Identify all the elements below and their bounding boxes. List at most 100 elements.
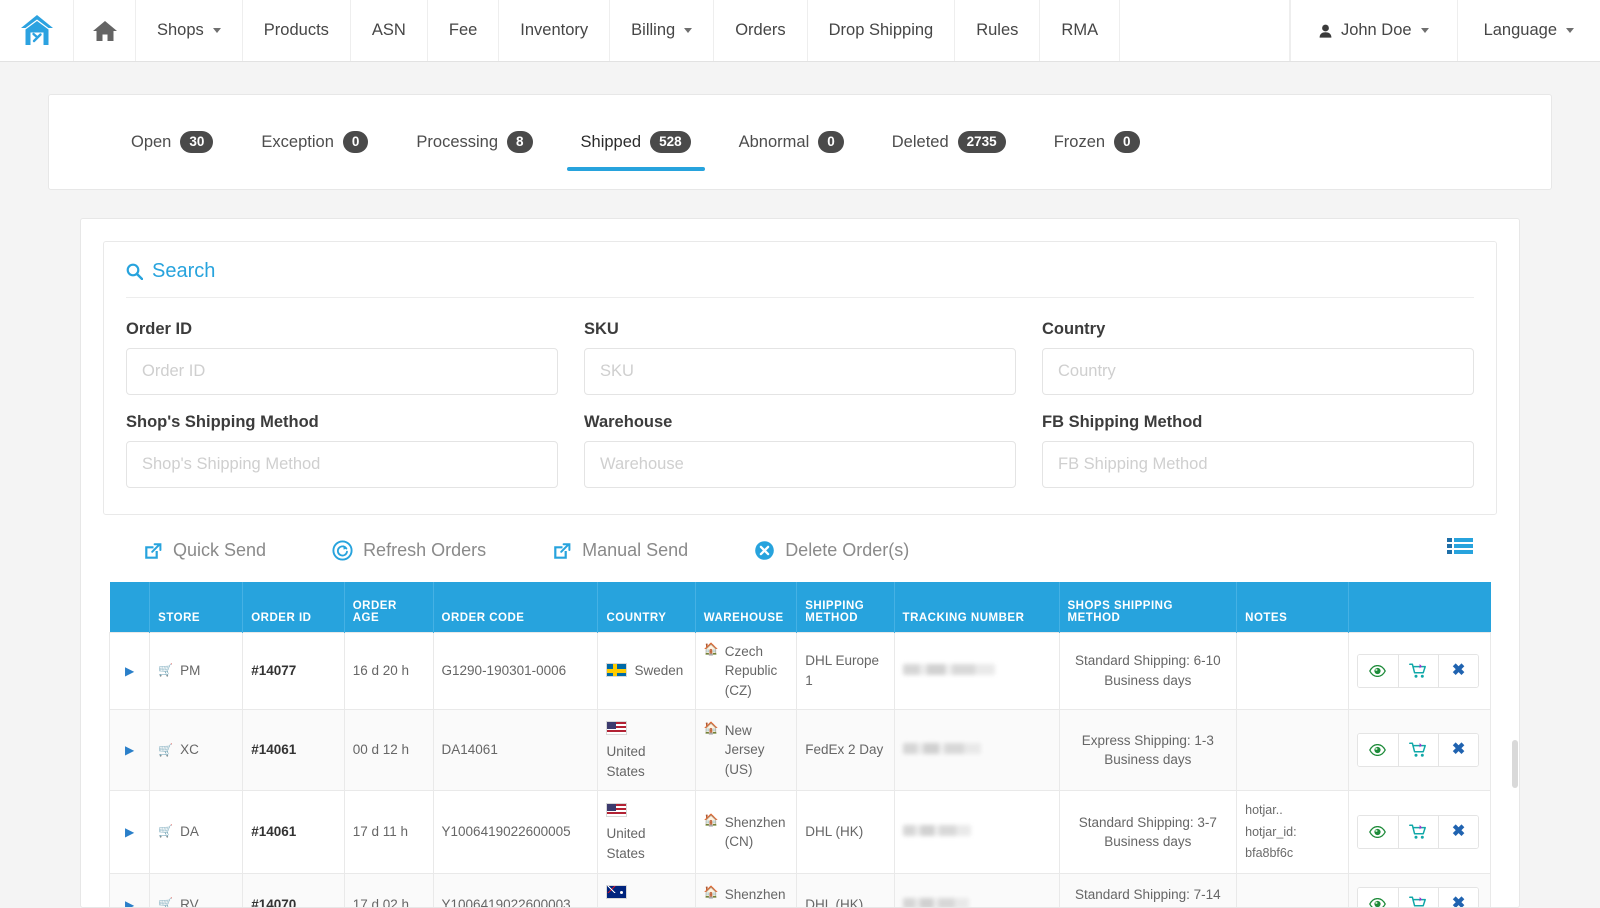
tab-frozen[interactable]: Frozen 0 (1030, 113, 1164, 171)
chevron-down-icon (213, 28, 221, 33)
nav-item-inventory[interactable]: Inventory (499, 0, 610, 61)
close-x-icon: ✖ (1452, 896, 1465, 908)
row-expand-cell[interactable]: ▶ (110, 791, 150, 874)
table-row[interactable]: ▶ 🛒 RV #14070 17 d 02 h Y100641902260000… (110, 874, 1491, 908)
table-scroll-indicator[interactable] (1512, 740, 1518, 788)
external-link-icon (143, 541, 163, 561)
nav-item-fee[interactable]: Fee (428, 0, 499, 61)
home-icon: 🏠 (704, 642, 719, 658)
field-warehouse: Warehouse (584, 413, 1016, 488)
user-menu[interactable]: John Doe (1290, 0, 1457, 61)
col-order-code[interactable]: ORDER CODE (433, 582, 598, 632)
delete-order-button[interactable]: ✖ (1439, 816, 1478, 848)
col-order-age[interactable]: ORDER AGE (344, 582, 433, 632)
order-id-input[interactable] (126, 348, 558, 395)
col-country[interactable]: COUNTRY (598, 582, 695, 632)
fb-shipping-method-input[interactable] (1042, 441, 1474, 488)
col-warehouse[interactable]: WAREHOUSE (695, 582, 797, 632)
warehouse-input[interactable] (584, 441, 1016, 488)
field-label: Order ID (126, 320, 558, 339)
expand-row-icon[interactable]: ▶ (125, 898, 134, 908)
row-expand-cell[interactable]: ▶ (110, 710, 150, 791)
delete-order-button[interactable]: ✖ (1439, 655, 1478, 687)
view-order-button[interactable] (1358, 734, 1398, 766)
nav-item-billing[interactable]: Billing (610, 0, 714, 61)
order-cart-button[interactable] (1399, 816, 1439, 848)
field-label: Country (1042, 320, 1474, 339)
order-cart-button[interactable] (1399, 655, 1439, 687)
flag-icon-united-states (606, 803, 627, 817)
home-icon: 🏠 (704, 813, 719, 829)
nav-home-button[interactable] (74, 0, 136, 61)
nav-item-asn[interactable]: ASN (351, 0, 428, 61)
manual-send-button[interactable]: Manual Send (552, 540, 688, 561)
cell-order-age: 17 d 02 h (344, 874, 433, 908)
cell-actions: ✖ (1349, 710, 1491, 791)
chevron-down-icon (1566, 28, 1574, 33)
nav-item-products[interactable]: Products (243, 0, 351, 61)
cart-icon (1409, 742, 1428, 758)
cell-shipping-method: DHL (HK) (797, 791, 894, 874)
list-view-toggle[interactable] (1447, 537, 1491, 564)
tab-label: Open (131, 133, 171, 152)
note-line: bfa8bf6c (1245, 843, 1340, 864)
tab-count-badge: 30 (180, 131, 213, 153)
cell-actions: ✖ (1349, 632, 1491, 710)
sku-input[interactable] (584, 348, 1016, 395)
language-menu[interactable]: Language (1457, 0, 1600, 61)
expand-row-icon[interactable]: ▶ (125, 743, 134, 757)
nav-item-shops[interactable]: Shops (136, 0, 243, 61)
tab-deleted[interactable]: Deleted 2735 (868, 113, 1030, 171)
col-notes[interactable]: NOTES (1237, 582, 1349, 632)
nav-item-drop-shipping[interactable]: Drop Shipping (808, 0, 956, 61)
col-order-id[interactable]: ORDER ID (243, 582, 345, 632)
order-cart-button[interactable] (1399, 888, 1439, 908)
refresh-orders-button[interactable]: Refresh Orders (332, 540, 486, 561)
shops-shipping-method-input[interactable] (126, 441, 558, 488)
action-label: Delete Order(s) (785, 540, 909, 561)
nav-item-rma[interactable]: RMA (1040, 0, 1120, 61)
order-id-value: #14061 (251, 824, 296, 839)
app-logo[interactable] (0, 0, 74, 61)
delete-orders-button[interactable]: Delete Order(s) (754, 540, 909, 561)
navbar-spacer (1120, 0, 1290, 61)
col-tracking-number[interactable]: TRACKING NUMBER (894, 582, 1059, 632)
tab-open[interactable]: Open 30 (107, 113, 237, 171)
cart-icon: 🛒 (158, 896, 173, 908)
row-expand-cell[interactable]: ▶ (110, 874, 150, 908)
col-shops-shipping-method[interactable]: SHOPS SHIPPING METHOD (1059, 582, 1237, 632)
col-expand (110, 582, 150, 632)
quick-send-button[interactable]: Quick Send (143, 540, 266, 561)
view-order-button[interactable] (1358, 888, 1398, 908)
tab-shipped[interactable]: Shipped 528 (557, 113, 715, 171)
tab-exception[interactable]: Exception 0 (237, 113, 392, 171)
tab-processing[interactable]: Processing 8 (392, 113, 556, 171)
table-row[interactable]: ▶ 🛒 PM #14077 16 d 20 h G1290-190301-000… (110, 632, 1491, 710)
tab-abnormal[interactable]: Abnormal 0 (715, 113, 868, 171)
nav-item-orders[interactable]: Orders (714, 0, 807, 61)
nav-item-rules[interactable]: Rules (955, 0, 1040, 61)
delete-order-button[interactable]: ✖ (1439, 888, 1478, 908)
col-shipping-method[interactable]: SHIPPING METHOD (797, 582, 894, 632)
tab-count-badge: 0 (1114, 131, 1140, 153)
cell-shops-shipping-method: Express Shipping: 1-3 Business days (1059, 710, 1237, 791)
field-fb-shipping-method: FB Shipping Method (1042, 413, 1474, 488)
order-id-value: #14061 (251, 742, 296, 757)
table-row[interactable]: ▶ 🛒 DA #14061 17 d 11 h Y100641902260000… (110, 791, 1491, 874)
nav-item-label: ASN (372, 21, 406, 40)
orders-table-body: ▶ 🛒 PM #14077 16 d 20 h G1290-190301-000… (110, 632, 1491, 908)
delete-order-button[interactable]: ✖ (1439, 734, 1478, 766)
expand-row-icon[interactable]: ▶ (125, 825, 134, 839)
col-store[interactable]: STORE (150, 582, 243, 632)
expand-row-icon[interactable]: ▶ (125, 664, 134, 678)
view-order-button[interactable] (1358, 816, 1398, 848)
row-action-group: ✖ (1357, 887, 1479, 908)
cell-store: 🛒 XC (150, 710, 243, 791)
view-order-button[interactable] (1358, 655, 1398, 687)
row-expand-cell[interactable]: ▶ (110, 632, 150, 710)
cell-store: 🛒 PM (150, 632, 243, 710)
table-row[interactable]: ▶ 🛒 XC #14061 00 d 12 h DA14061 (110, 710, 1491, 791)
tab-label: Deleted (892, 133, 949, 152)
order-cart-button[interactable] (1399, 734, 1439, 766)
country-input[interactable] (1042, 348, 1474, 395)
